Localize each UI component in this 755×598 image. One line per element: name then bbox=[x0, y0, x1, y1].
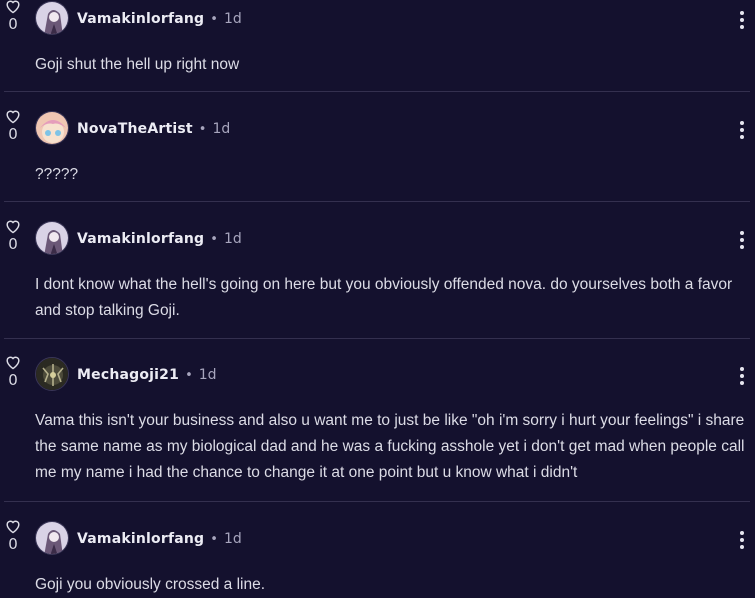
timestamp: 1d bbox=[223, 231, 242, 247]
comment-text: ????? bbox=[35, 166, 79, 183]
vertical-ellipsis-icon[interactable] bbox=[739, 11, 745, 32]
comment-header: Mechagoji21 • 1d bbox=[77, 364, 217, 384]
separator-dot: • bbox=[185, 368, 193, 383]
avatar[interactable] bbox=[35, 357, 69, 391]
like-control[interactable]: 0 bbox=[4, 0, 22, 33]
like-count: 0 bbox=[8, 15, 18, 33]
username[interactable]: Vamakinlorfang bbox=[77, 231, 204, 247]
vertical-ellipsis-icon[interactable] bbox=[739, 531, 745, 552]
vertical-ellipsis-icon[interactable] bbox=[739, 367, 745, 388]
comment-text: I dont know what the hell's going on her… bbox=[35, 276, 733, 319]
comment-header: Vamakinlorfang • 1d bbox=[77, 228, 242, 248]
like-control[interactable]: 0 bbox=[4, 518, 22, 553]
timestamp: 1d bbox=[212, 121, 231, 137]
divider bbox=[4, 338, 750, 339]
like-count: 0 bbox=[8, 235, 18, 253]
like-count: 0 bbox=[8, 371, 18, 389]
separator-dot: • bbox=[210, 12, 218, 27]
comment-header: Vamakinlorfang • 1d bbox=[77, 528, 242, 548]
avatar[interactable] bbox=[35, 1, 69, 35]
comment-text: Vama this isn't your business and also u… bbox=[35, 412, 745, 481]
divider bbox=[4, 501, 750, 502]
timestamp: 1d bbox=[198, 367, 217, 383]
comment-header: NovaTheArtist • 1d bbox=[77, 118, 230, 138]
timestamp: 1d bbox=[223, 531, 242, 547]
heart-outline-icon[interactable] bbox=[4, 108, 22, 124]
vertical-ellipsis-icon[interactable] bbox=[739, 121, 745, 142]
separator-dot: • bbox=[210, 532, 218, 547]
timestamp: 1d bbox=[223, 11, 242, 27]
heart-outline-icon[interactable] bbox=[4, 218, 22, 234]
like-count: 0 bbox=[8, 125, 18, 143]
comment-text: Goji shut the hell up right now bbox=[35, 56, 240, 73]
username[interactable]: Vamakinlorfang bbox=[77, 11, 204, 27]
divider bbox=[4, 201, 750, 202]
username[interactable]: Mechagoji21 bbox=[77, 367, 179, 383]
separator-dot: • bbox=[210, 232, 218, 247]
avatar[interactable] bbox=[35, 221, 69, 255]
separator-dot: • bbox=[198, 122, 207, 137]
divider bbox=[4, 91, 750, 92]
username[interactable]: NovaTheArtist bbox=[77, 121, 193, 137]
vertical-ellipsis-icon[interactable] bbox=[739, 231, 745, 252]
like-control[interactable]: 0 bbox=[4, 218, 22, 253]
username[interactable]: Vamakinlorfang bbox=[77, 531, 204, 547]
like-control[interactable]: 0 bbox=[4, 108, 22, 143]
avatar[interactable] bbox=[35, 521, 69, 555]
like-count: 0 bbox=[8, 535, 18, 553]
avatar[interactable] bbox=[35, 111, 69, 145]
heart-outline-icon[interactable] bbox=[4, 0, 22, 14]
like-control[interactable]: 0 bbox=[4, 354, 22, 389]
heart-outline-icon[interactable] bbox=[4, 354, 22, 370]
comment-text: Goji you obviously crossed a line. bbox=[35, 576, 266, 593]
comment-header: Vamakinlorfang • 1d bbox=[77, 8, 242, 28]
heart-outline-icon[interactable] bbox=[4, 518, 22, 534]
